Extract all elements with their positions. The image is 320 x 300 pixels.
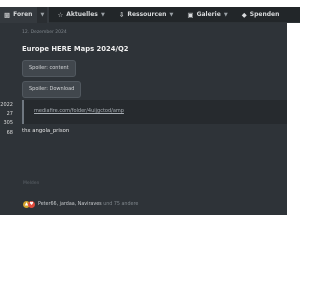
star-icon: ☆ [57,10,64,19]
nav-item-label: Galerie [196,11,221,18]
link-block: mediafire.com/folder/4uijgctod/amp [22,100,287,124]
report-link[interactable]: Melden [23,181,39,186]
image-icon: ▣ [187,10,194,19]
spoiler-button-download[interactable]: Spoiler: Download [22,81,82,98]
reaction-names[interactable]: Peter66, jardaa, Naviraves [38,202,102,207]
top-navigation: ▩ Foren ▼ ☆ Aktuelles ▼ ⇩ Ressourcen ▼ ▣… [0,6,300,23]
chat-bubbles-icon: ▩ [4,10,11,19]
stat-value: 27 [6,111,13,118]
nav-item-label: Foren [13,11,33,18]
chevron-down-icon[interactable]: ▼ [98,12,108,18]
reactions-bar[interactable]: ▲ ♥ Peter66, jardaa, Naviraves und 75 an… [23,201,138,208]
stat-value: 68 [6,129,13,136]
nav-item-aktuelles[interactable]: ☆ Aktuelles ▼ [57,7,107,23]
chevron-down-icon[interactable]: ▼ [166,12,176,18]
nav-item-ressourcen[interactable]: ⇩ Ressourcen ▼ [119,7,177,23]
post-date[interactable]: 12. Dezember 2024 [22,30,67,35]
download-link[interactable]: mediafire.com/folder/4uijgctod/amp [34,108,124,114]
post-body: thx angola_prison [22,128,70,134]
nav-item-label: Ressourcen [127,11,167,18]
tag-icon: ◆ [241,10,247,19]
spoiler-button-content[interactable]: Spoiler: content [22,60,76,77]
chevron-down-icon[interactable]: ▼ [221,12,231,18]
nav-item-label: Aktuelles [66,11,98,18]
nav-item-galerie[interactable]: ▣ Galerie ▼ [187,7,230,23]
post-title: Europe HERE Maps 2024/Q2 [22,45,129,53]
chevron-down-icon[interactable]: ▼ [37,6,48,23]
download-icon: ⇩ [118,10,125,19]
nav-item-label: Spenden [249,11,280,18]
nav-item-spenden[interactable]: ◆ Spenden [242,7,280,23]
heart-icon: ♥ [28,201,35,208]
reaction-more[interactable]: und 75 andere [103,202,138,207]
stat-value: 2022 [0,102,13,108]
user-stats: 2022 27 305 68 [0,101,13,138]
stat-value: 305 [3,120,13,127]
post-content: 12. Dezember 2024 Europe HERE Maps 2024/… [0,23,287,215]
nav-item-foren[interactable]: ▩ Foren ▼ [0,6,50,23]
